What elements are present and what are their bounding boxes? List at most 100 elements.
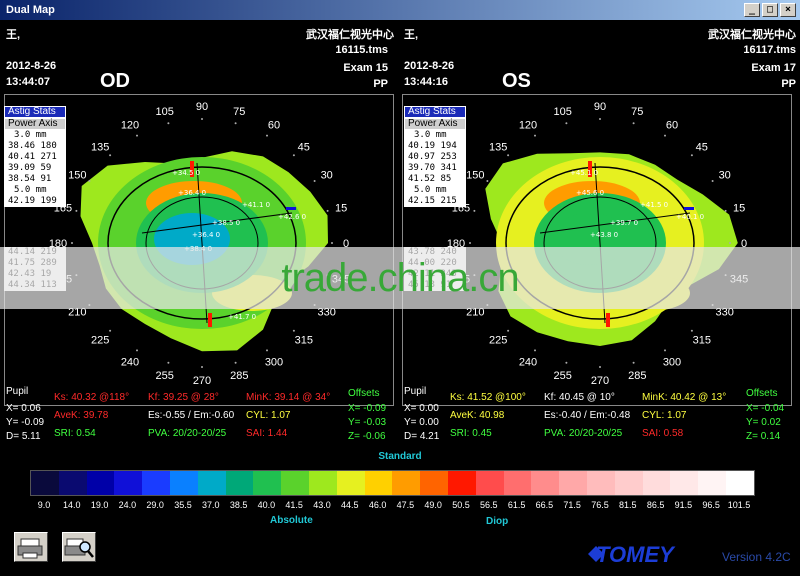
axis-degree-label: 315	[295, 335, 313, 347]
es-em-value: Es:-0.40 / Em:-0.48	[544, 410, 631, 421]
axis-degree-label: 135	[489, 141, 507, 153]
scale-swatch	[58, 471, 87, 495]
pupil-d: D= 5.11	[6, 431, 41, 442]
scale-swatch	[31, 471, 59, 495]
scale-tick-label: 40.0	[257, 500, 276, 510]
axis-tick-dot	[75, 209, 78, 212]
axis-tick-dot	[201, 366, 203, 368]
stats-gap	[404, 207, 466, 247]
minimize-button[interactable]: _	[744, 3, 760, 17]
ks-value: Ks: 40.32 @118°	[54, 392, 130, 403]
axis-degree-label: 75	[631, 106, 643, 118]
power-marker-label: +39.7 0	[610, 219, 638, 227]
mink-value: MinK: 40.42 @ 13°	[642, 392, 727, 403]
exam-file: 16115.tms	[335, 44, 388, 56]
axis-tick-dot	[266, 134, 268, 137]
eye-label-od: OD	[100, 70, 130, 92]
maximize-button[interactable]: □	[762, 3, 778, 17]
os-panel: 王, 武汉福仁视光中心 16117.tms 2012-8-26 Exam 17 …	[402, 20, 800, 406]
power-axis-button[interactable]: Power Axis	[404, 118, 466, 130]
kf-value: Kf: 39.25 @ 28°	[148, 392, 219, 403]
power-marker-label: +42.6 0	[278, 213, 306, 221]
od-panel: 王, 武汉福仁视光中心 16115.tms 2012-8-26 Exam 15 …	[0, 20, 398, 406]
kf-value: Kf: 40.45 @ 10°	[544, 392, 615, 403]
scale-swatch	[614, 471, 643, 495]
astig-stat-row: 3.0 mm	[404, 130, 466, 141]
scale-tick-label: 66.5	[535, 500, 554, 510]
brand-logo: TOMEY	[596, 542, 674, 567]
offset-y: Y= 0.02	[746, 417, 781, 428]
scale-swatch	[725, 471, 754, 495]
scale-tick-label: 44.5	[341, 500, 359, 510]
power-axis-button[interactable]: Power Axis	[4, 118, 66, 130]
astig-stats-button[interactable]: Astig Stats	[404, 106, 466, 118]
scale-tick-label: 86.5	[646, 500, 665, 510]
sai-value: SAI: 0.58	[642, 428, 684, 439]
clinic-name: 武汉福仁视光中心	[708, 29, 796, 41]
scale-swatch	[670, 471, 699, 495]
axis-tick-dot	[136, 134, 138, 137]
steep-axis-marker	[208, 313, 212, 327]
print-preview-button[interactable]	[62, 532, 96, 562]
axis-degree-label: 15	[335, 203, 347, 215]
scale-tick-label: 61.5	[507, 500, 526, 510]
scale-title: Standard	[378, 451, 422, 462]
power-marker-label: +36.4 0	[192, 231, 220, 239]
offset-y: Y= -0.03	[348, 417, 387, 428]
print-button[interactable]	[14, 532, 48, 562]
astig-stat-row: 40.97 253	[404, 152, 466, 163]
axis-degree-label: 300	[663, 357, 681, 369]
axis-tick-dot	[664, 349, 666, 352]
axis-tick-dot	[234, 361, 237, 364]
axis-degree-label: 135	[91, 141, 109, 153]
flat-axis-marker	[286, 207, 296, 210]
offset-x: X= -0.04	[746, 403, 785, 414]
astig-stat-row: 3.0 mm	[4, 130, 66, 141]
axis-tick-dot	[486, 180, 489, 182]
axis-degree-label: 285	[230, 370, 248, 382]
window-controls: _ □ ×	[744, 3, 796, 17]
scale-swatch	[420, 471, 448, 495]
pupil-d: D= 4.21	[404, 431, 440, 442]
scale-tick-label: 19.0	[90, 500, 109, 510]
scale-swatch	[225, 471, 254, 495]
scale-swatch	[503, 471, 532, 495]
scale-swatch	[197, 471, 226, 495]
axis-degree-label: 255	[156, 370, 174, 382]
close-button[interactable]: ×	[780, 3, 796, 17]
astig-stats-button[interactable]: Astig Stats	[4, 106, 66, 118]
axis-degree-label: 45	[298, 141, 310, 153]
astig-stat-row: 40.19 194	[404, 141, 466, 152]
version-label: Version 4.2C	[722, 550, 791, 564]
axis-tick-dot	[599, 118, 601, 120]
axis-degree-label: 120	[121, 120, 139, 132]
axis-degree-label: 285	[628, 370, 646, 382]
power-marker-label: +41.7 0	[228, 313, 256, 321]
scale-tick-label: 56.5	[480, 500, 498, 510]
avek-value: AveK: 40.98	[450, 410, 505, 421]
pupil-label: Pupil	[404, 386, 427, 397]
pva-value: PVA: 20/20-20/25	[148, 428, 227, 439]
axis-tick-dot	[266, 349, 268, 352]
sri-value: SRI: 0.54	[54, 428, 96, 439]
pupil-x: X= 0.06	[6, 403, 41, 414]
axis-tick-dot	[711, 180, 714, 182]
scale-tick-label: 29.0	[146, 500, 164, 510]
axis-degree-label: 60	[268, 120, 280, 132]
stats-gap	[4, 207, 66, 247]
axis-tick-dot	[331, 242, 333, 244]
axis-tick-dot	[167, 122, 170, 125]
axis-degree-label: 120	[519, 120, 537, 132]
eye-label-os: OS	[502, 70, 531, 92]
axis-tick-dot	[724, 209, 727, 212]
offsets-label: Offsets	[348, 388, 380, 399]
os-indices: Pupil X= 0.00 Y= 0.00 D= 4.21 Ks: 41.52 …	[402, 384, 800, 446]
color-scale-bar[interactable]	[30, 470, 755, 496]
sai-value: SAI: 1.44	[246, 428, 288, 439]
axis-degree-label: 240	[519, 357, 537, 369]
axis-degree-label: 300	[265, 357, 283, 369]
axis-tick-dot	[690, 154, 693, 157]
axis-tick-dot	[507, 329, 510, 332]
title-bar[interactable]: Dual Map _ □ ×	[0, 0, 800, 20]
mink-value: MinK: 39.14 @ 34°	[246, 392, 331, 403]
